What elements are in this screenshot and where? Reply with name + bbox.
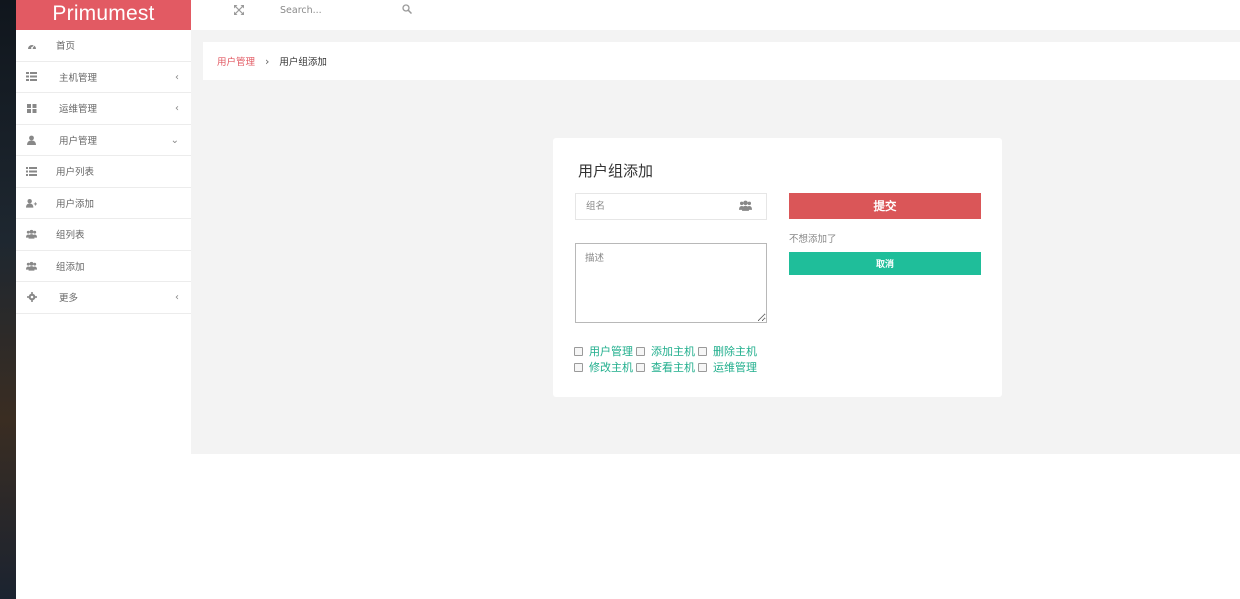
chevron-down-icon: ⌄ bbox=[170, 134, 179, 146]
permission-label: 运维管理 bbox=[713, 360, 757, 374]
sidebar-item-home[interactable]: 首页 bbox=[16, 30, 191, 62]
sidebar-item-label: 主机管理 bbox=[59, 72, 98, 84]
server-list-icon bbox=[26, 71, 37, 82]
permission-item[interactable]: 运维管理 bbox=[698, 360, 757, 376]
sidebar-item-host-management[interactable]: 主机管理 ‹ bbox=[16, 62, 191, 93]
sidebar-menu: 首页 主机管理 ‹ 运维管理 ‹ 用户管理 ⌄ 用户列表 用户添加 组列表 组添… bbox=[16, 30, 191, 314]
chevron-left-icon: ‹ bbox=[175, 103, 179, 114]
sidebar: Primumest 首页 主机管理 ‹ 运维管理 ‹ 用户管理 ⌄ 用户列表 用… bbox=[16, 0, 191, 599]
sidebar-item-more[interactable]: 更多 ‹ bbox=[16, 282, 191, 314]
grid-icon bbox=[26, 103, 37, 114]
dashboard-icon bbox=[26, 40, 37, 51]
sidebar-item-label: 组列表 bbox=[56, 230, 85, 242]
search-box bbox=[280, 0, 415, 22]
sidebar-item-label: 用户添加 bbox=[56, 198, 95, 210]
brand-logo[interactable]: Primumest bbox=[16, 0, 191, 30]
users-icon bbox=[739, 200, 753, 212]
permission-item[interactable]: 用户管理 bbox=[574, 344, 633, 360]
sidebar-item-label: 运维管理 bbox=[59, 104, 98, 116]
sidebar-item-user-management[interactable]: 用户管理 ⌄ bbox=[16, 125, 191, 156]
form-title: 用户组添加 bbox=[578, 162, 654, 180]
user-group-add-form: 用户组添加 提交 不想添加了 取消 用户管理 添加主机 删除主机 bbox=[553, 138, 1002, 397]
chevron-left-icon: ‹ bbox=[175, 292, 179, 303]
permission-checkbox[interactable] bbox=[698, 362, 707, 372]
permission-checkbox[interactable] bbox=[574, 347, 583, 357]
breadcrumb-link-user-management[interactable]: 用户管理 bbox=[217, 54, 255, 68]
users-icon bbox=[26, 260, 37, 271]
expand-icon[interactable] bbox=[234, 5, 245, 16]
permission-row: 修改主机 查看主机 运维管理 bbox=[574, 360, 794, 376]
user-icon bbox=[26, 134, 37, 145]
breadcrumb-separator: › bbox=[265, 54, 270, 68]
main-content: 用户管理 › 用户组添加 用户组添加 提交 不想添加了 取消 用户管理 添加主机 bbox=[191, 30, 1240, 454]
users-icon bbox=[26, 229, 37, 240]
sidebar-item-label: 组添加 bbox=[56, 261, 85, 273]
permission-label: 查看主机 bbox=[651, 360, 695, 374]
permission-label: 用户管理 bbox=[589, 345, 633, 358]
sidebar-item-ops-management[interactable]: 运维管理 ‹ bbox=[16, 93, 191, 125]
sidebar-item-group-list[interactable]: 组列表 bbox=[16, 219, 191, 251]
gear-icon bbox=[26, 292, 37, 303]
permission-label: 添加主机 bbox=[651, 345, 695, 358]
submit-button[interactable]: 提交 bbox=[789, 193, 981, 219]
sidebar-item-label: 首页 bbox=[56, 41, 76, 53]
sidebar-item-label: 用户管理 bbox=[59, 135, 98, 147]
permission-checkbox[interactable] bbox=[636, 347, 645, 357]
description-textarea[interactable] bbox=[575, 243, 767, 323]
permission-item[interactable]: 添加主机 bbox=[636, 344, 695, 360]
breadcrumb: 用户管理 › 用户组添加 bbox=[203, 42, 1240, 80]
cancel-hint: 不想添加了 bbox=[789, 234, 837, 245]
search-icon[interactable] bbox=[402, 4, 413, 15]
search-input[interactable] bbox=[280, 2, 390, 18]
permission-label: 删除主机 bbox=[713, 345, 757, 358]
permission-checkbox[interactable] bbox=[698, 347, 707, 357]
permission-item[interactable]: 修改主机 bbox=[574, 360, 633, 376]
cancel-button[interactable]: 取消 bbox=[789, 252, 981, 275]
sidebar-item-label: 用户列表 bbox=[56, 167, 95, 179]
permission-label: 修改主机 bbox=[589, 360, 633, 374]
sidebar-item-user-list[interactable]: 用户列表 bbox=[16, 156, 191, 188]
permission-item[interactable]: 删除主机 bbox=[698, 344, 757, 360]
list-icon bbox=[26, 166, 37, 177]
chevron-left-icon: ‹ bbox=[175, 71, 179, 83]
permission-checkbox[interactable] bbox=[636, 362, 645, 372]
breadcrumb-current: 用户组添加 bbox=[279, 57, 327, 68]
permission-row: 用户管理 添加主机 删除主机 bbox=[574, 344, 794, 360]
permission-item[interactable]: 查看主机 bbox=[636, 360, 695, 376]
permission-checkboxes: 用户管理 添加主机 删除主机 修改主机 查看主机 运维管理 bbox=[574, 344, 794, 375]
permission-checkbox[interactable] bbox=[574, 362, 583, 372]
background-edge bbox=[0, 0, 16, 599]
sidebar-item-label: 更多 bbox=[59, 293, 79, 305]
top-bar bbox=[191, 0, 1240, 30]
sidebar-item-user-add[interactable]: 用户添加 bbox=[16, 188, 191, 219]
user-plus-icon bbox=[26, 197, 37, 208]
sidebar-item-group-add[interactable]: 组添加 bbox=[16, 251, 191, 282]
